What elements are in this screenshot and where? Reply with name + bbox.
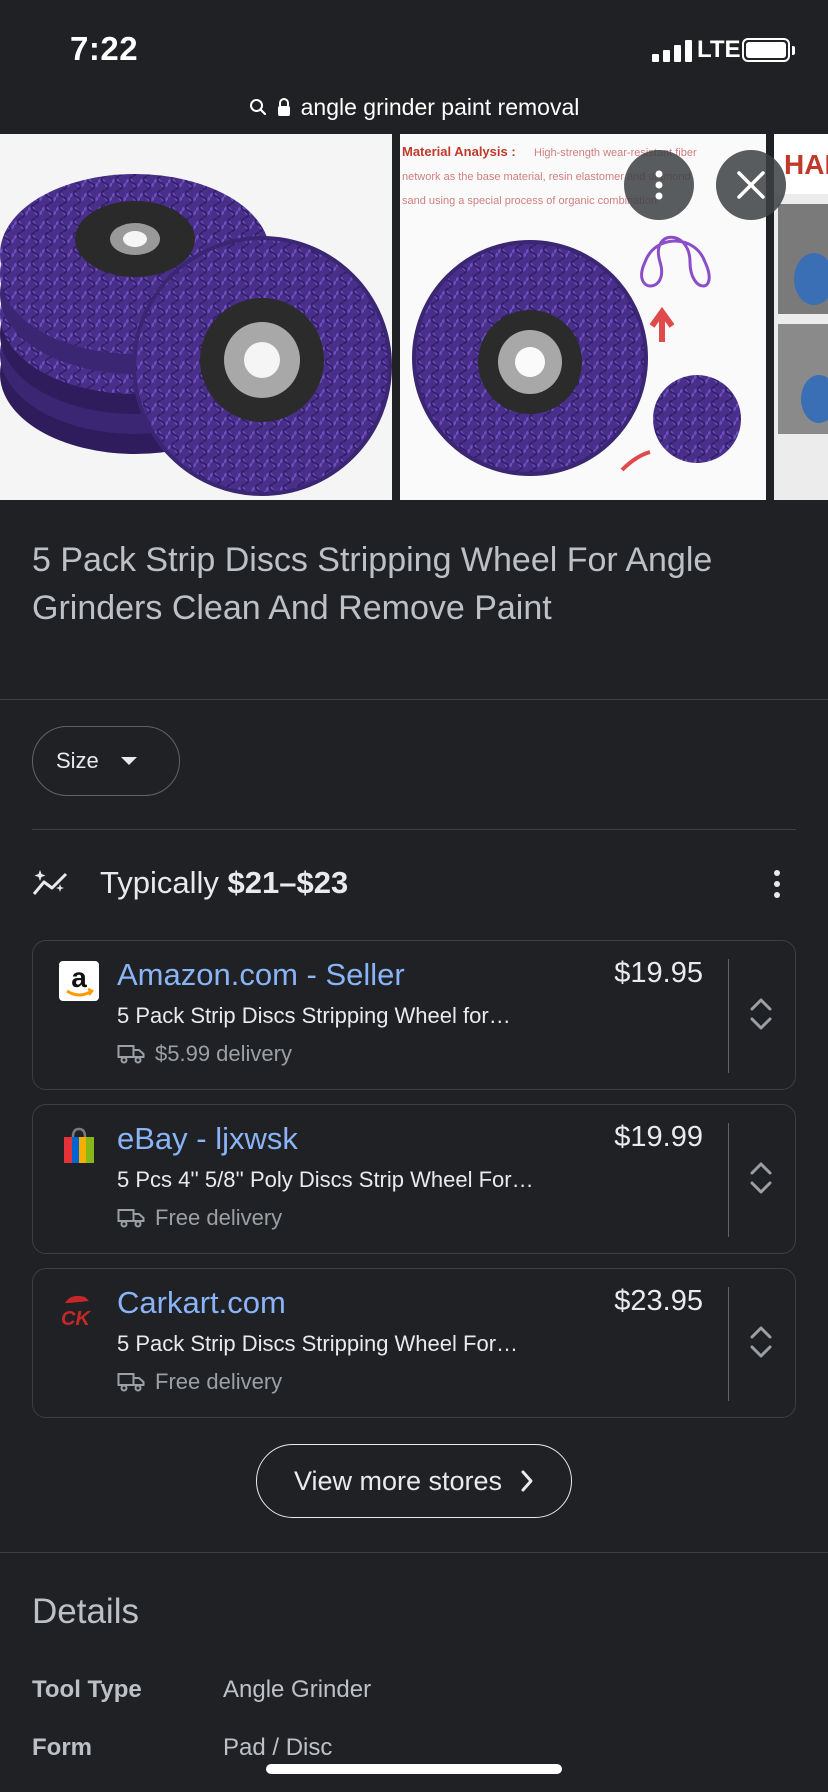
svg-text:HAM: HAM: [784, 149, 828, 180]
amazon-logo-icon: a: [59, 961, 99, 1001]
size-chip-label: Size: [56, 748, 99, 773]
view-more-label: View more stores: [293, 1465, 503, 1496]
close-icon: [737, 171, 765, 199]
expand-icon[interactable]: [749, 1159, 773, 1197]
ebay-logo-icon: [59, 1125, 99, 1165]
product-image-carousel[interactable]: Material Analysis : High-strength wear-r…: [0, 134, 828, 500]
vertical-divider: [727, 1287, 729, 1401]
details-heading: Details: [32, 1592, 139, 1631]
vertical-divider: [727, 1123, 729, 1237]
truck-icon: [117, 1373, 145, 1392]
delivery-text: Free delivery: [155, 1369, 283, 1394]
size-filter-chip[interactable]: Size: [32, 726, 180, 796]
status-bar: 7:22 LTE: [0, 0, 828, 90]
home-indicator[interactable]: [266, 1764, 562, 1774]
store-price: $19.95: [614, 957, 703, 989]
product-image-2[interactable]: Material Analysis : High-strength wear-r…: [400, 134, 766, 500]
divider: [0, 699, 828, 700]
typical-price-range: $21–$23: [227, 865, 349, 900]
store-card-amazon[interactable]: a Amazon.com - Seller $19.95 5 Pack Stri…: [32, 940, 796, 1090]
url-bar[interactable]: angle grinder paint removal: [0, 84, 828, 130]
lock-icon: [277, 98, 290, 116]
delivery-text: Free delivery: [155, 1205, 283, 1230]
chevron-right-icon: [521, 1470, 533, 1492]
price-trend-icon: [32, 870, 68, 895]
svg-text:CK: CK: [61, 1308, 91, 1329]
clock: 7:22: [70, 30, 139, 67]
detail-key: Tool Type: [32, 1676, 142, 1703]
store-card-carkart[interactable]: CK Carkart.com $23.95 5 Pack Strip Discs…: [32, 1268, 796, 1418]
svg-text:Material Analysis :: Material Analysis :: [402, 144, 516, 159]
product-title: 5 Pack Strip Discs Stripping Wheel For A…: [32, 541, 713, 627]
store-delivery: Free delivery: [117, 1205, 282, 1231]
product-image-1[interactable]: [0, 134, 392, 500]
search-icon: [249, 99, 266, 116]
carkart-logo-icon: CK: [59, 1289, 99, 1329]
network-type: LTE: [697, 36, 741, 63]
store-price: $23.95: [614, 1285, 703, 1317]
store-price: $19.99: [614, 1121, 703, 1153]
expand-icon[interactable]: [749, 995, 773, 1033]
detail-value: Pad / Disc: [223, 1734, 333, 1761]
vertical-divider: [727, 959, 729, 1073]
view-more-stores-button[interactable]: View more stores: [256, 1444, 572, 1518]
url-text: angle grinder paint removal: [300, 93, 580, 120]
svg-text:a: a: [71, 962, 87, 993]
typical-price-text: Typically $21–$23: [100, 865, 348, 901]
more-options-button[interactable]: [624, 150, 694, 220]
price-more-options-icon[interactable]: [774, 870, 780, 898]
truck-icon: [117, 1045, 145, 1064]
truck-icon: [117, 1209, 145, 1228]
store-name[interactable]: Amazon.com - Seller: [117, 957, 405, 993]
typical-label: Typically: [100, 865, 219, 900]
typical-price-row: Typically $21–$23: [32, 858, 796, 908]
store-name[interactable]: Carkart.com: [117, 1285, 286, 1321]
cellular-signal-icon: [652, 40, 692, 62]
more-vert-icon: [655, 170, 663, 200]
close-button[interactable]: [716, 150, 786, 220]
divider: [32, 829, 796, 830]
store-delivery: Free delivery: [117, 1369, 282, 1395]
store-product-desc: 5 Pack Strip Discs Stripping Wheel For…: [117, 1331, 519, 1356]
store-card-ebay[interactable]: eBay - ljxwsk $19.99 5 Pcs 4'' 5/8'' Pol…: [32, 1104, 796, 1254]
store-product-desc: 5 Pack Strip Discs Stripping Wheel for…: [117, 1003, 511, 1028]
expand-icon[interactable]: [749, 1323, 773, 1361]
battery-cap: [792, 46, 795, 55]
battery-icon: [742, 38, 790, 62]
store-delivery: $5.99 delivery: [117, 1041, 292, 1067]
store-product-desc: 5 Pcs 4'' 5/8'' Poly Discs Strip Wheel F…: [117, 1167, 534, 1192]
detail-key: Form: [32, 1734, 92, 1761]
detail-value: Angle Grinder: [223, 1676, 372, 1703]
divider: [0, 1552, 828, 1553]
dropdown-caret-icon: [120, 757, 137, 765]
store-name[interactable]: eBay - ljxwsk: [117, 1121, 298, 1157]
svg-text:sand using a special process o: sand using a special process of organic …: [402, 195, 657, 207]
delivery-text: $5.99 delivery: [155, 1041, 292, 1066]
